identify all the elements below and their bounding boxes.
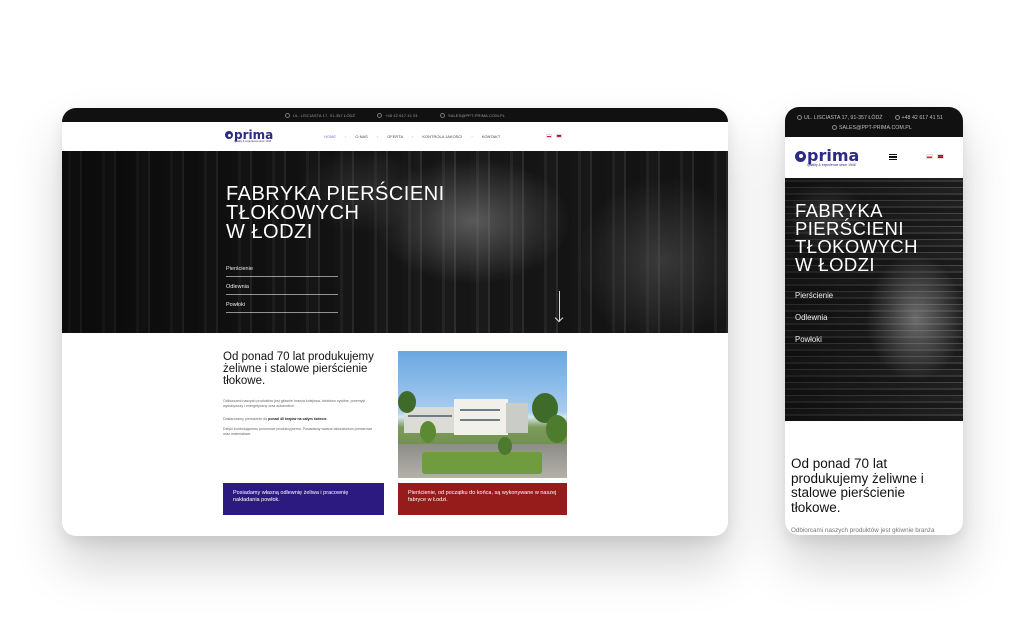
- mail-icon: [832, 125, 837, 130]
- photo-tree: [546, 415, 567, 443]
- intro-paragraph: Odbiorcami naszych produktów jest główni…: [791, 527, 935, 534]
- menu-icon[interactable]: [889, 154, 897, 160]
- desktop-hero: FABRYKA PIERŚCIENI TŁOKOWYCH W ŁODZI Pie…: [62, 151, 728, 333]
- mobile-topbar-phone[interactable]: +48 42 617 41 51: [894, 115, 943, 121]
- hero-title: FABRYKA PIERŚCIENI TŁOKOWYCH W ŁODZI: [226, 184, 445, 243]
- language-switcher: [926, 154, 944, 159]
- menu-separator: ›: [345, 134, 347, 139]
- countries-bold: ponad 40 krajów na całym świecie.: [268, 417, 328, 421]
- mobile-topbar-row: UL. LISCIASTA 17, 91-357 ŁÓDŹ +48 42 617…: [797, 115, 943, 121]
- lab-paragraph: Dzięki kontrolującemu procesowi produkcy…: [223, 427, 373, 436]
- hero-link-coatings[interactable]: Powłoki: [226, 299, 338, 313]
- hero-links: Pierścienie Odlewnia Powłoki: [226, 263, 338, 317]
- logo[interactable]: prima Quality & experience since 1946: [225, 129, 273, 144]
- logo-text: prima: [807, 146, 860, 165]
- photo-tree: [398, 391, 416, 413]
- menu-separator: ›: [376, 134, 379, 139]
- email-text: SALES@PPT-PRIMA.COM.PL: [839, 125, 912, 131]
- section-heading: Od ponad 70 lat produkujemy żeliwne i st…: [223, 351, 374, 387]
- menu-item-quality[interactable]: KONTROLA JAKOŚCI: [422, 134, 462, 139]
- flag-uk-icon[interactable]: [937, 154, 944, 159]
- logo-tagline: Quality & experience since 1946: [234, 140, 272, 144]
- hero-title-line: W ŁODZI: [795, 254, 875, 275]
- mail-icon: [439, 112, 445, 118]
- photo-building: [506, 403, 528, 433]
- countries-paragraph: Dostarczamy pierścienie do ponad 40 kraj…: [223, 417, 373, 422]
- desktop-content: Od ponad 70 lat produkujemy żeliwne i st…: [62, 333, 728, 536]
- hero-links: Pierścienie Odlewnia Powłoki: [795, 291, 833, 357]
- mobile-topbar-email[interactable]: SALES@PPT-PRIMA.COM.PL: [832, 125, 912, 131]
- menu-separator: ›: [412, 134, 414, 139]
- photo-window: [460, 419, 500, 421]
- factory-box[interactable]: Pierścienie, od początku do końca, są wy…: [398, 483, 567, 515]
- photo-window: [408, 415, 452, 417]
- hero-link-foundry[interactable]: Odlewnia: [226, 281, 338, 295]
- logo-tagline: Quality & experience since 1946: [807, 163, 856, 167]
- hero-link-foundry[interactable]: Odlewnia: [795, 313, 833, 322]
- photo-lawn: [422, 452, 542, 474]
- mobile-content: Od ponad 70 lat produkujemy żeliwne i st…: [785, 421, 963, 535]
- flag-pl-icon[interactable]: [926, 154, 933, 159]
- logo[interactable]: prima Quality & experience since 1946: [795, 148, 859, 167]
- menu-item-about[interactable]: O NAS: [355, 134, 367, 139]
- countries-text: Dostarczamy pierścienie do: [223, 417, 268, 421]
- desktop-navbar: prima Quality & experience since 1946 HO…: [62, 122, 728, 151]
- photo-building: [454, 399, 508, 435]
- desktop-topbar: UL. LISCIASTA 17, 91-357 ŁÓDŹ +48 42 617…: [62, 108, 728, 122]
- hero-link-coatings[interactable]: Powłoki: [795, 335, 833, 344]
- logo-mark-icon: [225, 131, 233, 140]
- hero-link-rings[interactable]: Pierścienie: [226, 263, 338, 277]
- mobile-hero: FABRYKA PIERŚCIENI TŁOKOWYCH W ŁODZI Pie…: [785, 178, 963, 421]
- topbar-email[interactable]: SALES@PPT-PRIMA.COM.PL: [439, 112, 506, 118]
- flag-pl-icon[interactable]: [546, 134, 552, 138]
- photo-tree: [498, 437, 512, 455]
- topbar-phone[interactable]: +48 42 617 41 51: [377, 112, 418, 118]
- menu-separator: ›: [471, 134, 473, 139]
- menu-item-contact[interactable]: KONTAKT: [482, 134, 501, 139]
- phone-icon: [377, 112, 383, 118]
- mobile-topbar: UL. LISCIASTA 17, 91-357 ŁÓDŹ +48 42 617…: [785, 107, 963, 137]
- language-switcher: [546, 134, 562, 138]
- main-menu: HOME › O NAS › OFERTA › KONTROLA JAKOŚCI…: [324, 134, 500, 139]
- phone-icon: [894, 115, 900, 120]
- desktop-mockup: UL. LISCIASTA 17, 91-357 ŁÓDŹ +48 42 617…: [62, 108, 728, 536]
- topbar-address[interactable]: UL. LISCIASTA 17, 91-357 ŁÓDŹ: [284, 112, 356, 118]
- arrow-down-icon[interactable]: [555, 291, 565, 323]
- address-text: UL. LISCIASTA 17, 91-357 ŁÓDŹ: [804, 115, 883, 121]
- showcase: UL. LISCIASTA 17, 91-357 ŁÓDŹ +48 42 617…: [0, 0, 1024, 644]
- location-icon: [797, 115, 802, 120]
- location-icon: [284, 112, 290, 118]
- mobile-topbar-address[interactable]: UL. LISCIASTA 17, 91-357 ŁÓDŹ: [797, 115, 883, 121]
- flag-uk-icon[interactable]: [556, 134, 562, 138]
- logo-mark-icon: [795, 150, 806, 162]
- phone-text: +48 42 617 41 51: [901, 115, 943, 121]
- address-text: UL. LISCIASTA 17, 91-357 ŁÓDŹ: [292, 112, 356, 118]
- hero-title-line: W ŁODZI: [226, 221, 313, 243]
- photo-tree: [420, 421, 436, 443]
- menu-item-home[interactable]: HOME: [324, 134, 336, 139]
- mobile-mockup: UL. LISCIASTA 17, 91-357 ŁÓDŹ +48 42 617…: [785, 107, 963, 535]
- email-text: SALES@PPT-PRIMA.COM.PL: [447, 112, 506, 118]
- phone-text: +48 42 617 41 51: [385, 112, 418, 118]
- hero-link-rings[interactable]: Pierścienie: [795, 291, 833, 300]
- intro-paragraph: Odbiorcami naszych produktów jest główni…: [223, 399, 366, 408]
- factory-photo: [398, 351, 567, 478]
- foundry-box[interactable]: Posiadamy własną odlewnię żeliwa i praco…: [223, 483, 384, 515]
- photo-window: [460, 409, 500, 411]
- hero-title: FABRYKA PIERŚCIENI TŁOKOWYCH W ŁODZI: [795, 201, 918, 275]
- section-heading: Od ponad 70 lat produkujemy żeliwne i st…: [791, 456, 924, 515]
- mobile-navbar: prima Quality & experience since 1946: [785, 137, 963, 178]
- menu-item-offer[interactable]: OFERTA: [387, 134, 403, 139]
